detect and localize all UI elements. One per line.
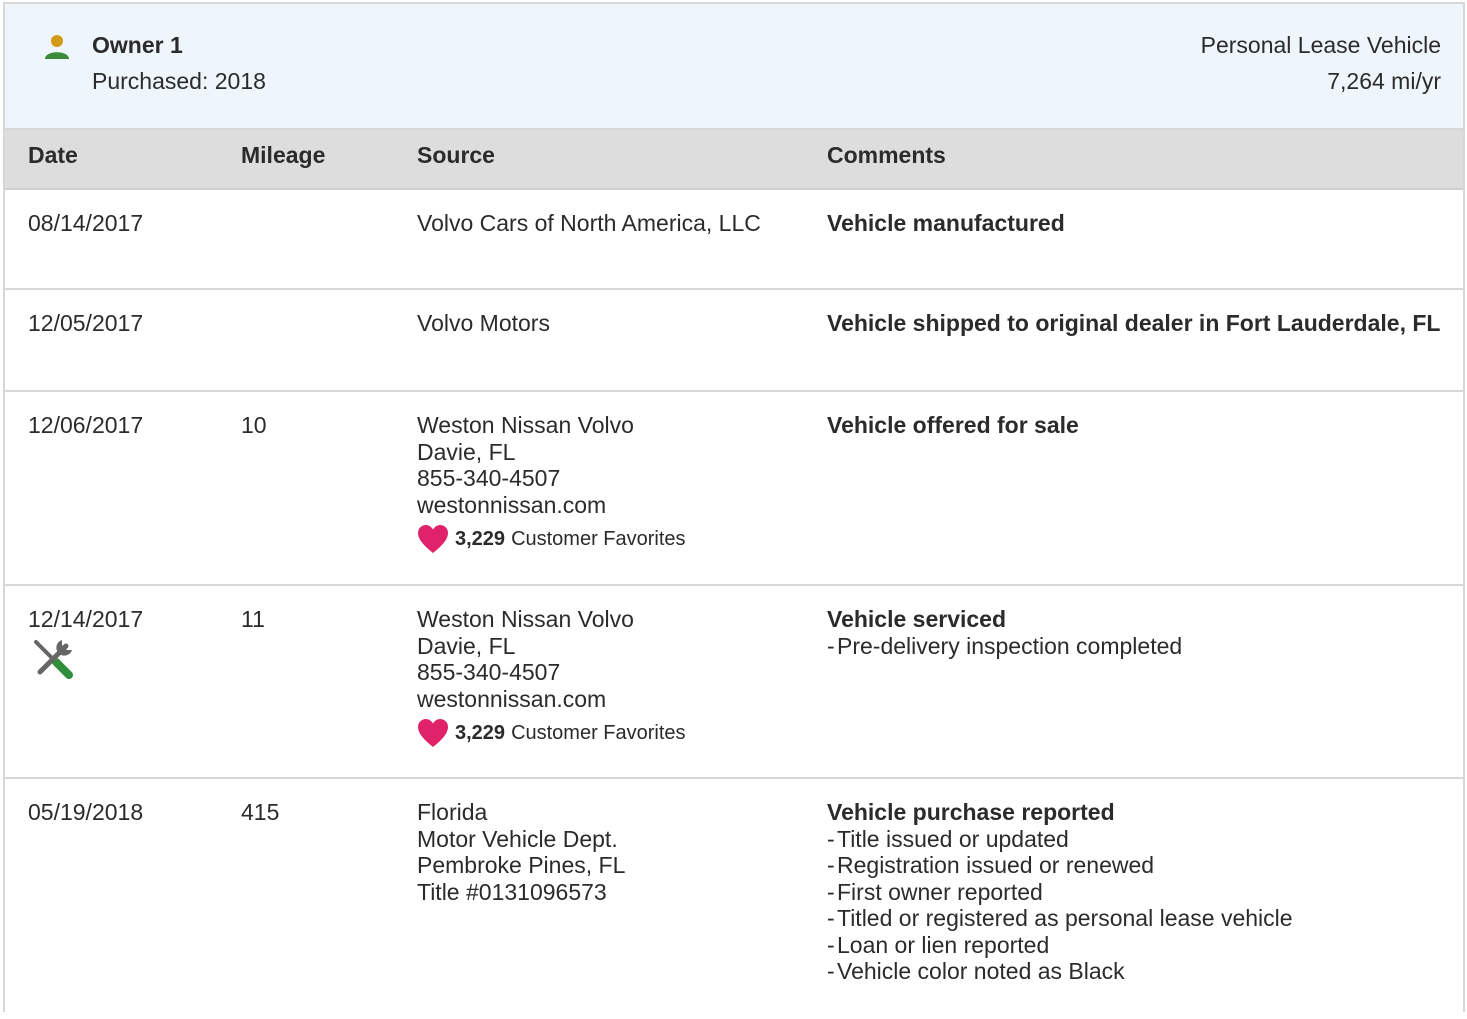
header-mileage: Mileage bbox=[241, 142, 326, 168]
owner-name: Owner 1 bbox=[92, 32, 183, 58]
purchased-year: Purchased: 2018 bbox=[92, 68, 266, 94]
row-date: 12/05/2017 bbox=[28, 310, 144, 336]
table-row: 12/06/2017 10 Weston Nissan Volvo Davie,… bbox=[5, 392, 1463, 586]
source-line: Pembroke Pines, FL bbox=[417, 852, 626, 878]
row-comments: Vehicle manufactured bbox=[827, 210, 1447, 237]
comment-title: Vehicle shipped to original dealer in Fo… bbox=[827, 310, 1441, 336]
heart-icon bbox=[418, 525, 448, 553]
source-line: Motor Vehicle Dept. bbox=[417, 825, 618, 852]
ownership-type: Personal Lease Vehicle bbox=[1200, 32, 1441, 58]
row-date: 08/14/2017 bbox=[28, 210, 144, 236]
dealer-name: Weston Nissan Volvo bbox=[417, 412, 634, 438]
comment-item: - First owner reported bbox=[827, 878, 1043, 905]
row-comments: Vehicle serviced - Pre-delivery inspectio… bbox=[827, 606, 1447, 659]
owner-header: Owner 1 Purchased: 2018 Personal Lease V… bbox=[5, 4, 1463, 130]
comment-item: - Vehicle color noted as Black bbox=[827, 958, 1125, 984]
comment-item: - Loan or lien reported bbox=[827, 931, 1050, 958]
comment-item: - Pre-delivery inspection completed bbox=[827, 632, 1183, 659]
comment-item-text: Loan or lien reported bbox=[837, 931, 1050, 958]
comment-title: Vehicle serviced bbox=[827, 606, 1007, 632]
favorites-label: Customer Favorites bbox=[511, 721, 686, 744]
comment-title: Vehicle purchase reported bbox=[827, 799, 1115, 825]
row-source: Volvo Motors bbox=[417, 310, 550, 337]
row-date: 12/14/2017 bbox=[28, 606, 144, 632]
source-line: Volvo Cars of North America, LLC bbox=[417, 210, 761, 236]
dealer-location: Davie, FL bbox=[417, 632, 516, 659]
row-date: 05/19/2018 bbox=[28, 799, 144, 825]
favorites-count: 3,229 bbox=[455, 721, 506, 744]
dealer-website: westonnissan.com bbox=[417, 491, 607, 518]
title-number: Title #0131096573 bbox=[417, 878, 607, 905]
header-date: Date bbox=[28, 142, 78, 168]
dealer-website: westonnissan.com bbox=[417, 685, 607, 712]
dealer-location: Davie, FL bbox=[417, 438, 516, 465]
heart-icon bbox=[418, 719, 448, 747]
header-source: Source bbox=[417, 142, 495, 168]
dealer-phone: 855-340-4507 bbox=[417, 659, 561, 685]
source-line: Volvo Motors bbox=[417, 310, 550, 336]
row-source: Florida Motor Vehicle Dept. Pembroke Pin… bbox=[417, 799, 625, 905]
comment-item: - Registration issued or renewed bbox=[827, 852, 1155, 878]
comment-title: Vehicle offered for sale bbox=[827, 412, 1079, 438]
owner-history-card: Owner 1 Purchased: 2018 Personal Lease V… bbox=[3, 2, 1465, 1012]
row-source: Weston Nissan Volvo Davie, FL 855-340-45… bbox=[417, 412, 686, 554]
comment-item: - Titled or registered as personal lease … bbox=[827, 905, 1293, 931]
customer-favorites: 3,229 Customer Favorites bbox=[417, 718, 686, 748]
table-row: 12/05/2017 Volvo Motors Vehicle shipped … bbox=[5, 290, 1463, 392]
table-row: 12/14/2017 11 Weston Nissan Volvo Davie,… bbox=[5, 586, 1463, 779]
comment-item-text: First owner reported bbox=[837, 878, 1043, 905]
table-row: 08/14/2017 Volvo Cars of North America, … bbox=[5, 190, 1463, 290]
dealer-phone: 855-340-4507 bbox=[417, 465, 561, 491]
wrench-screwdriver-icon bbox=[34, 640, 73, 679]
row-mileage: 11 bbox=[241, 606, 265, 632]
row-comments: Vehicle offered for sale bbox=[827, 412, 1447, 439]
table-header: Date Mileage Source Comments bbox=[5, 130, 1463, 190]
table-row: 05/19/2018 415 Florida Motor Vehicle Dep… bbox=[5, 779, 1463, 1019]
row-date: 12/06/2017 bbox=[28, 412, 144, 438]
row-mileage: 415 bbox=[241, 799, 280, 825]
comment-item-text: Registration issued or renewed bbox=[837, 852, 1155, 878]
comment-item-text: Title issued or updated bbox=[837, 825, 1069, 852]
miles-per-year: 7,264 mi/yr bbox=[1327, 68, 1441, 94]
row-source: Volvo Cars of North America, LLC bbox=[417, 210, 761, 237]
source-line: Florida bbox=[417, 799, 488, 825]
customer-favorites: 3,229 Customer Favorites bbox=[417, 524, 686, 554]
comment-item-text: Titled or registered as personal lease v… bbox=[837, 905, 1293, 931]
person-icon bbox=[45, 35, 69, 59]
comment-item-text: Vehicle color noted as Black bbox=[837, 958, 1125, 984]
row-comments: Vehicle purchase reported - Title issued … bbox=[827, 799, 1447, 985]
row-mileage: 10 bbox=[241, 412, 267, 438]
favorites-label: Customer Favorites bbox=[511, 527, 686, 550]
favorites-count: 3,229 bbox=[455, 527, 506, 550]
header-comments: Comments bbox=[827, 142, 946, 168]
comment-item: - Title issued or updated bbox=[827, 825, 1069, 852]
comment-title: Vehicle manufactured bbox=[827, 210, 1065, 236]
comment-item-text: Pre-delivery inspection completed bbox=[837, 632, 1183, 659]
row-comments: Vehicle shipped to original dealer in Fo… bbox=[827, 310, 1447, 337]
dealer-name: Weston Nissan Volvo bbox=[417, 606, 634, 632]
row-source: Weston Nissan Volvo Davie, FL 855-340-45… bbox=[417, 606, 686, 748]
